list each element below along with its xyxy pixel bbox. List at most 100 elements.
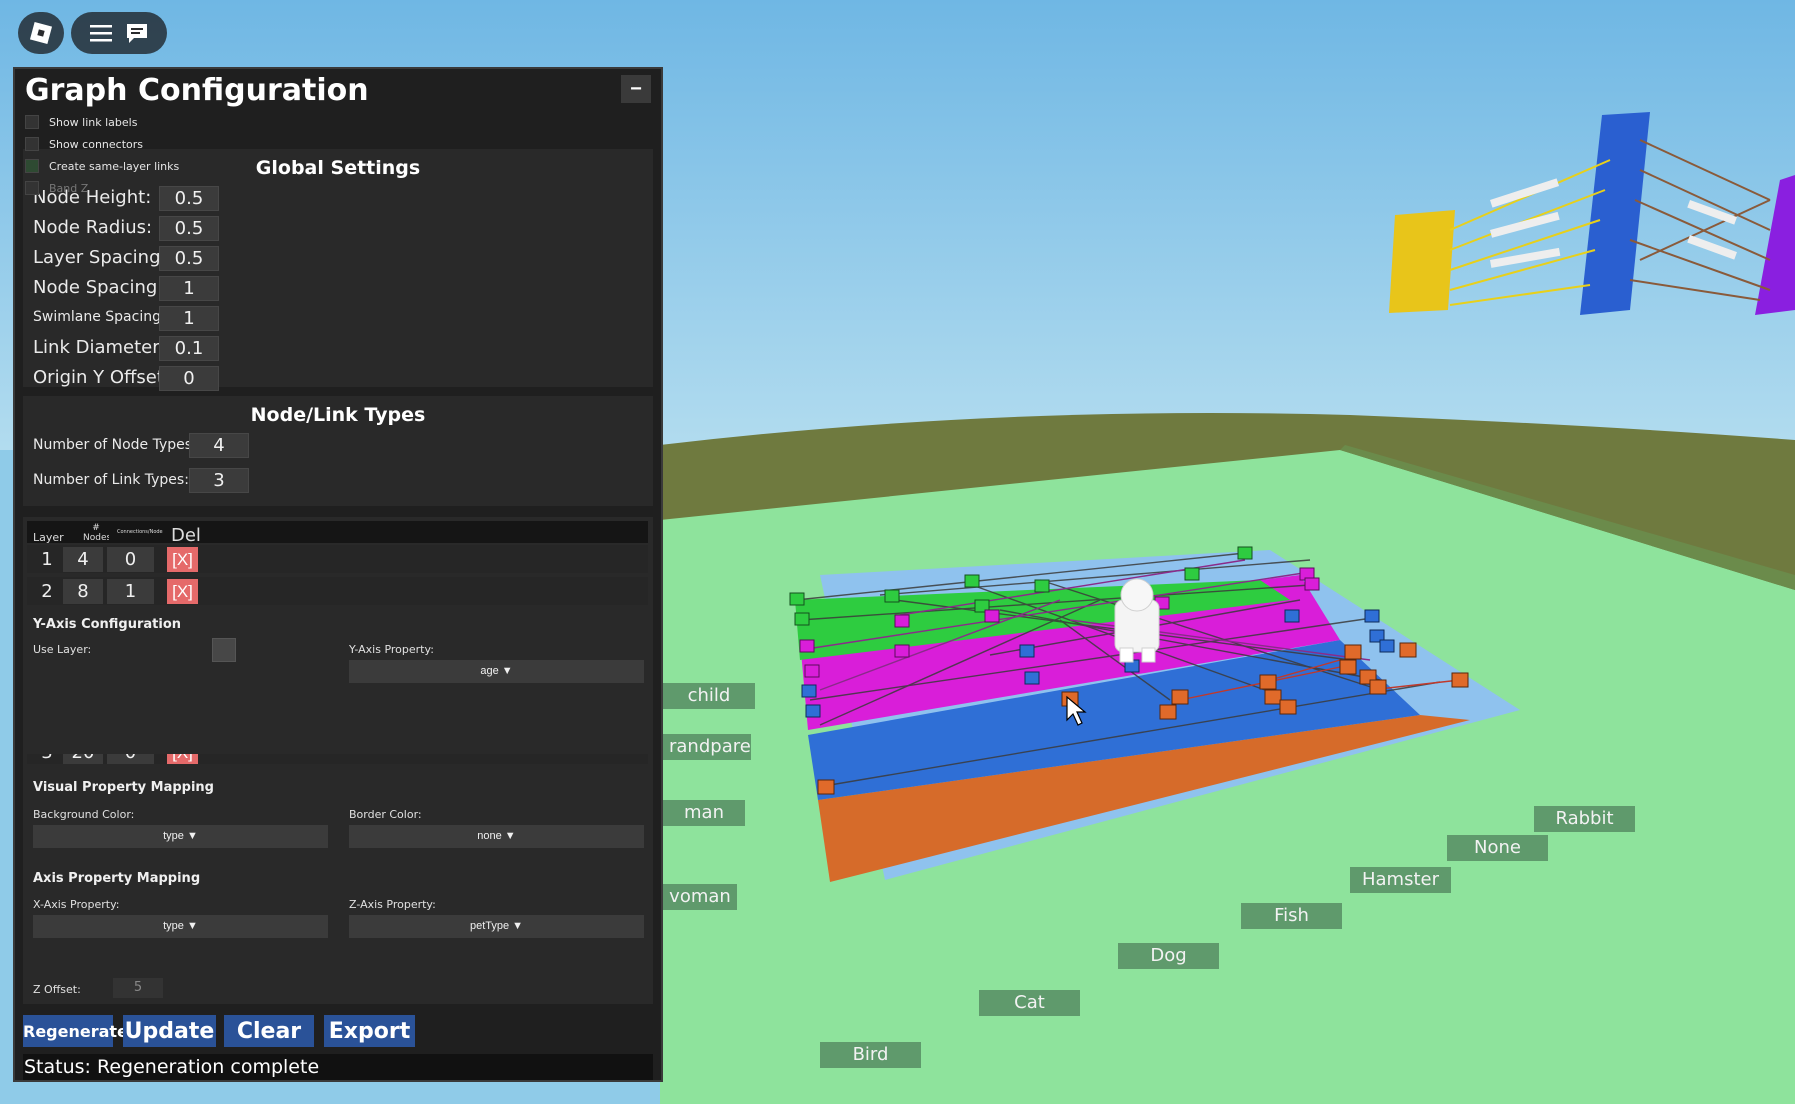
layer-spacing-input[interactable]: 0.5 xyxy=(159,246,219,271)
link-types-input[interactable]: 3 xyxy=(189,468,249,493)
link-diameter-input[interactable]: 0.1 xyxy=(159,336,219,361)
nodes-column-header: # Nodes xyxy=(83,523,109,543)
delete-layer-button[interactable]: [X] xyxy=(167,547,198,572)
node-height-input[interactable]: 0.5 xyxy=(159,186,219,211)
world-label-woman: voman xyxy=(663,884,737,910)
band-z-toggle[interactable]: Band Z xyxy=(25,181,88,195)
origin-y-offset-label: Origin Y Offset: xyxy=(33,367,170,388)
layer-connections-input[interactable]: 0 xyxy=(107,547,154,572)
minimize-button[interactable]: − xyxy=(621,75,651,103)
layer-connections-input[interactable]: 1 xyxy=(107,579,154,604)
connections-column-header: Connections/Node xyxy=(117,529,163,535)
regenerate-button[interactable]: Regenerate xyxy=(23,1015,128,1047)
layer-row: 1 4 0 [X] xyxy=(27,545,648,573)
roblox-menu-button[interactable] xyxy=(18,12,64,54)
layer-nodes-input[interactable]: 20 xyxy=(63,754,103,764)
update-button[interactable]: Update xyxy=(123,1015,216,1047)
node-types-input[interactable]: 4 xyxy=(189,433,249,458)
layer-nodes-input[interactable]: 8 xyxy=(63,579,103,604)
show-link-labels-toggle[interactable]: Show link labels xyxy=(25,115,137,129)
link-types-label: Number of Link Types: xyxy=(33,472,189,488)
layer-row: 3 20 0 [X] xyxy=(27,754,648,764)
player-avatar xyxy=(1114,578,1160,663)
border-color-label: Border Color: xyxy=(349,808,422,821)
swimlane-spacing-row: Swimlane Spacing: xyxy=(33,309,166,325)
background-color-label: Background Color: xyxy=(33,808,135,821)
toggle-label: Show connectors xyxy=(49,137,144,151)
clear-button[interactable]: Clear xyxy=(224,1015,314,1047)
world-label-dog: Dog xyxy=(1118,943,1219,969)
z-axis-property-dropdown[interactable]: petType ▼ xyxy=(349,915,644,938)
world-label-man: man xyxy=(663,800,745,826)
world-label-child: child xyxy=(663,683,755,709)
status-bar: Status: Regeneration complete xyxy=(23,1054,653,1080)
x-axis-property-dropdown[interactable]: type ▼ xyxy=(33,915,328,938)
checkbox[interactable] xyxy=(25,115,39,129)
layer-spacing-row: Layer Spacing: xyxy=(33,247,167,268)
toggle-label: Show link labels xyxy=(49,115,138,129)
show-connectors-toggle[interactable]: Show connectors xyxy=(25,137,143,151)
layer-number: 1 xyxy=(41,549,53,570)
panel-title: Graph Configuration xyxy=(25,73,369,108)
node-spacing-input[interactable]: 1 xyxy=(159,276,219,301)
layer-row-clip: 3 20 0 [X] xyxy=(27,754,648,764)
world-label-fish: Fish xyxy=(1241,903,1342,929)
node-spacing-row: Node Spacing: xyxy=(33,277,163,298)
world-label-rabbit: Rabbit xyxy=(1534,806,1635,832)
toggle-label: Band Z xyxy=(49,181,89,195)
global-settings-section: Global Settings Node Height: 0.5 Node Ra… xyxy=(23,149,653,391)
layer-nodes-input[interactable]: 4 xyxy=(63,547,103,572)
x-axis-property-label: X-Axis Property: xyxy=(33,898,120,911)
delete-layer-button[interactable]: [X] xyxy=(167,579,198,604)
swimlane-spacing-label: Swimlane Spacing: xyxy=(33,309,166,325)
use-layer-checkbox[interactable] xyxy=(212,638,236,662)
node-link-types-title: Node/Link Types xyxy=(250,404,426,426)
origin-y-offset-input[interactable]: 0 xyxy=(159,366,219,391)
visual-mapping-title: Visual Property Mapping xyxy=(33,780,214,795)
z-axis-property-label: Z-Axis Property: xyxy=(349,898,436,911)
world-label-hamster: Hamster xyxy=(1350,867,1451,893)
checkbox[interactable] xyxy=(25,181,39,195)
layers-section: Layer # Nodes Connections/Node Del 1 4 0… xyxy=(23,517,653,1004)
checkbox[interactable] xyxy=(25,137,39,151)
node-types-row: Number of Node Types: xyxy=(33,437,197,453)
world-label-grandparent: randparent xyxy=(663,734,751,760)
layer-row: 2 8 1 [X] xyxy=(27,577,648,605)
layer-column-header: Layer xyxy=(33,531,64,544)
y-axis-config-title: Y-Axis Configuration xyxy=(33,617,182,632)
link-types-row: Number of Link Types: xyxy=(33,472,189,488)
roblox-logo-icon xyxy=(29,21,53,45)
node-radius-label: Node Radius: xyxy=(33,217,153,238)
world-label-bird: Bird xyxy=(820,1042,921,1068)
world-label-none: None xyxy=(1447,835,1548,861)
node-spacing-label: Node Spacing: xyxy=(33,277,164,298)
border-color-dropdown[interactable]: none ▼ xyxy=(349,825,644,848)
swimlane-spacing-input[interactable]: 1 xyxy=(159,306,219,331)
export-button[interactable]: Export xyxy=(324,1015,415,1047)
layer-number: 2 xyxy=(41,581,53,602)
y-axis-property-label: Y-Axis Property: xyxy=(349,643,434,656)
y-axis-property-dropdown[interactable]: age ▼ xyxy=(349,660,644,683)
hamburger-menu-icon[interactable] xyxy=(89,24,112,42)
origin-y-offset-row: Origin Y Offset: xyxy=(33,367,170,388)
layer-spacing-label: Layer Spacing: xyxy=(33,247,167,268)
graph-configuration-panel: Graph Configuration − Global Settings No… xyxy=(13,67,663,1082)
node-types-label: Number of Node Types: xyxy=(33,437,197,453)
layer-connections-input[interactable]: 0 xyxy=(107,754,154,764)
link-diameter-row: Link Diameter: xyxy=(33,337,165,358)
delete-layer-button[interactable]: [X] xyxy=(167,754,198,764)
z-offset-input[interactable]: 5 xyxy=(113,978,163,998)
node-link-types-section: Node/Link Types Number of Node Types: 4 … xyxy=(23,396,653,506)
roblox-toolbar xyxy=(71,12,167,54)
node-radius-row: Node Radius: xyxy=(33,217,152,238)
world-label-cat: Cat xyxy=(979,990,1080,1016)
del-column-header: Del xyxy=(171,525,201,546)
checkbox[interactable] xyxy=(25,159,39,173)
background-color-dropdown[interactable]: type ▼ xyxy=(33,825,328,848)
node-radius-input[interactable]: 0.5 xyxy=(159,216,219,241)
chat-icon[interactable] xyxy=(125,22,149,44)
link-diameter-label: Link Diameter: xyxy=(33,337,166,358)
create-same-layer-links-toggle[interactable]: Create same-layer links xyxy=(25,159,179,173)
z-offset-label: Z Offset: xyxy=(33,983,81,996)
toggle-label: Create same-layer links xyxy=(49,159,180,173)
